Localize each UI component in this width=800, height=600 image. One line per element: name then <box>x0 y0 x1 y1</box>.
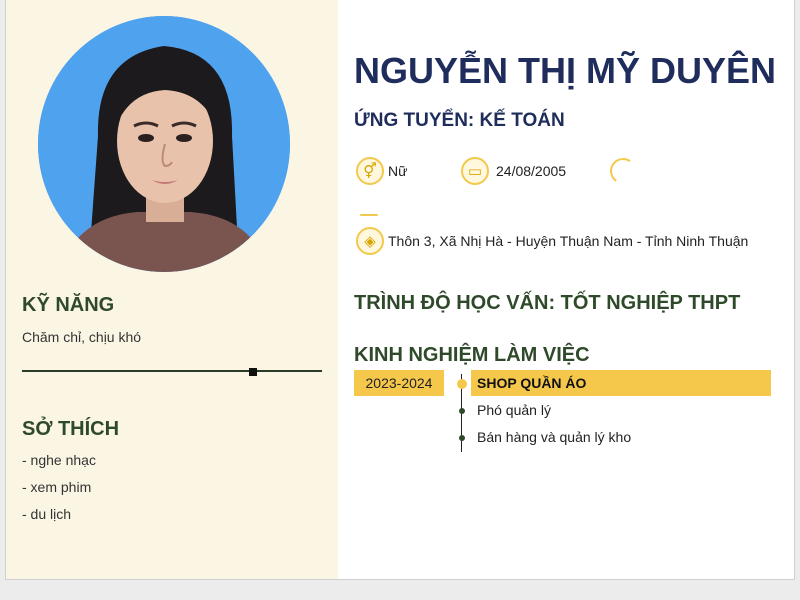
experience-detail: Bán hàng và quản lý kho <box>477 429 632 445</box>
gender-icon: ⚥ <box>356 157 384 185</box>
candidate-name: NGUYỄN THỊ MỸ DUYÊN <box>354 50 777 91</box>
map-icon: ◈ <box>356 227 384 255</box>
sidebar: KỸ NĂNG Chăm chỉ, chịu khó SỞ THÍCH - ng… <box>6 0 338 579</box>
timeline-dot-main <box>457 379 467 389</box>
portrait-illustration <box>38 16 290 272</box>
hobbies-title: SỞ THÍCH <box>22 418 120 440</box>
skills-title: KỸ NĂNG <box>22 294 115 316</box>
gender-text: Nữ <box>388 163 408 179</box>
timeline-dot <box>459 435 465 441</box>
phone-icon-partial <box>607 155 639 187</box>
skill-level-knob <box>249 368 257 376</box>
birthday-text: 24/08/2005 <box>496 163 567 179</box>
experience-period: 2023-2024 <box>354 370 444 396</box>
profile-photo <box>38 16 290 272</box>
applied-position: ỨNG TUYỂN: KẾ TOÁN <box>354 110 565 131</box>
hobby-item: - xem phim <box>22 479 92 495</box>
hobby-item: - du lịch <box>22 506 72 522</box>
timeline-dot <box>459 408 465 414</box>
experience-company: SHOP QUẦN ÁO <box>471 370 771 396</box>
cake-icon: ▭ <box>461 157 489 185</box>
address-text: Thôn 3, Xã Nhị Hà - Huyện Thuận Nam - Tỉ… <box>388 233 749 249</box>
experience-detail: Phó quản lý <box>477 402 551 418</box>
skill-level-bar <box>22 370 322 372</box>
hobby-item: - nghe nhạc <box>22 452 96 468</box>
icon-fragment <box>360 214 378 216</box>
experience-title: KINH NGHIỆM LÀM VIỆC <box>354 344 590 366</box>
cv-page: KỸ NĂNG Chăm chỉ, chịu khó SỞ THÍCH - ng… <box>5 0 795 580</box>
skills-text: Chăm chỉ, chịu khó <box>22 329 142 345</box>
education-title: TRÌNH ĐỘ HỌC VẤN: TỐT NGHIỆP THPT <box>354 292 741 314</box>
